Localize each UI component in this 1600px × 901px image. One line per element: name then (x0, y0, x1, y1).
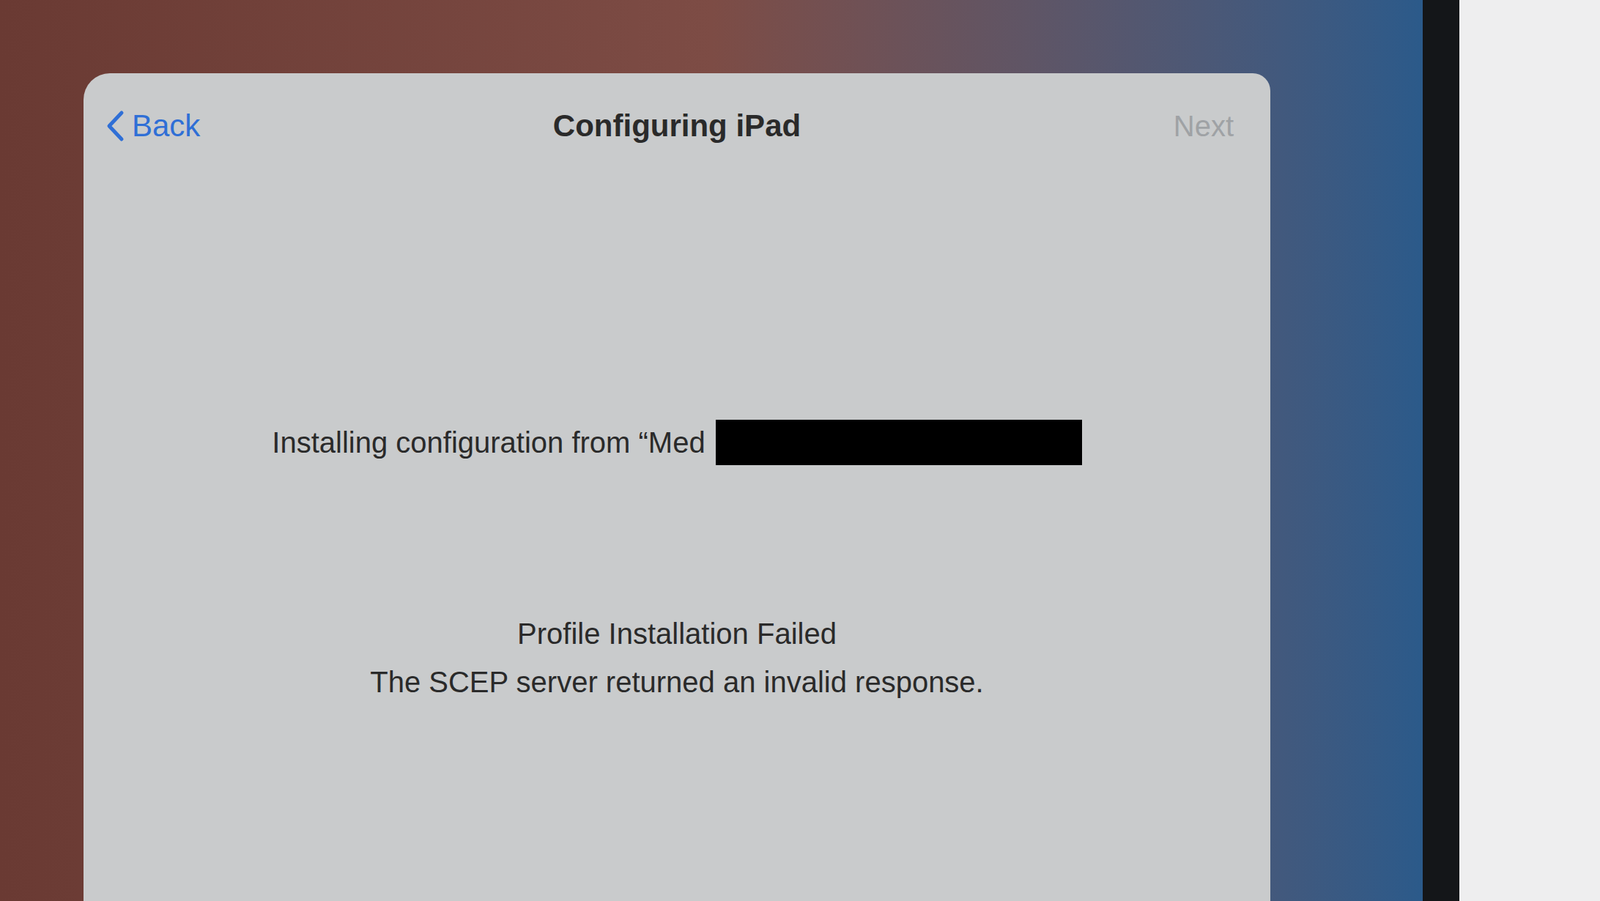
title: Configuring iPad (486, 102, 868, 149)
background-surface (1459, 0, 1600, 901)
error-title: Profile Installation Failed (517, 611, 837, 656)
setup-panel: Back Configuring iPadNext Installing confi… (83, 73, 1271, 901)
error-message: The SCEP server returned an invalid resp… (369, 660, 984, 705)
header-bar: Back Configuring iPadNext (83, 73, 1271, 149)
error-block: Profile Installation FailedThe SCEP serv… (83, 611, 1271, 705)
back-button[interactable]: Back (105, 102, 487, 149)
back-label[interactable]: Back (131, 102, 200, 149)
installing-text: Installing configuration from “Med (271, 420, 705, 465)
redaction-box (715, 419, 1083, 466)
device-bezel (1422, 0, 1460, 901)
chevron-left-icon (105, 109, 125, 143)
next-button[interactable]: Next (867, 104, 1249, 148)
wallpaper: Back Configuring iPadNext Installing confi… (0, 0, 1423, 901)
status-row: Installing configuration from “Med (83, 419, 1271, 466)
